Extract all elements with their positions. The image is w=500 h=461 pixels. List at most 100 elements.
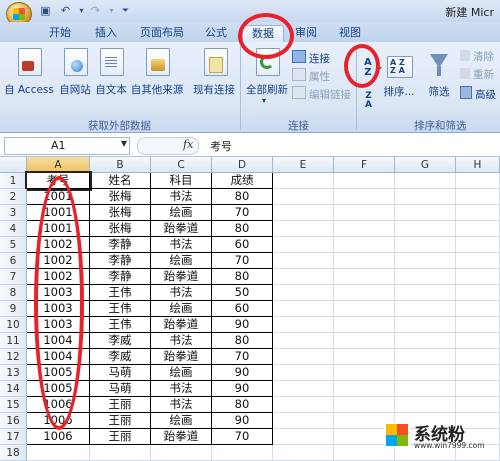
empty-cell[interactable]	[273, 253, 334, 269]
empty-cell[interactable]	[456, 333, 500, 349]
table-cell[interactable]: 跆拳道	[151, 221, 212, 237]
row-header[interactable]: 5	[0, 237, 27, 253]
table-cell[interactable]: 张梅	[90, 189, 151, 205]
empty-cell[interactable]	[27, 445, 90, 461]
empty-cell[interactable]	[334, 237, 395, 253]
empty-cell[interactable]	[456, 221, 500, 237]
table-cell[interactable]: 王丽	[90, 413, 151, 429]
row-header[interactable]: 3	[0, 205, 27, 221]
column-header-h[interactable]: H	[456, 157, 500, 173]
empty-cell[interactable]	[456, 301, 500, 317]
row-header[interactable]: 8	[0, 285, 27, 301]
empty-cell[interactable]	[395, 365, 456, 381]
empty-cell[interactable]	[334, 381, 395, 397]
row-header[interactable]: 12	[0, 349, 27, 365]
table-cell[interactable]: 80	[212, 189, 273, 205]
empty-cell[interactable]	[273, 317, 334, 333]
table-cell[interactable]: 50	[212, 285, 273, 301]
empty-cell[interactable]	[334, 221, 395, 237]
row-header[interactable]: 17	[0, 429, 27, 445]
header-cell[interactable]: 科目	[151, 173, 212, 189]
column-header-g[interactable]: G	[395, 157, 456, 173]
customize-toolbar-icon[interactable]: ⏷	[118, 4, 133, 18]
column-header-e[interactable]: E	[273, 157, 334, 173]
row-header[interactable]: 1	[0, 173, 27, 189]
empty-cell[interactable]	[456, 365, 500, 381]
table-cell[interactable]: 绘画	[151, 365, 212, 381]
table-cell[interactable]: 书法	[151, 285, 212, 301]
table-cell[interactable]: 书法	[151, 333, 212, 349]
table-cell[interactable]: 80	[212, 397, 273, 413]
row-header[interactable]: 2	[0, 189, 27, 205]
empty-cell[interactable]	[456, 189, 500, 205]
empty-cell[interactable]	[334, 365, 395, 381]
empty-cell[interactable]	[273, 173, 334, 189]
row-header[interactable]: 11	[0, 333, 27, 349]
empty-cell[interactable]	[273, 301, 334, 317]
table-cell[interactable]: 绘画	[151, 413, 212, 429]
empty-cell[interactable]	[273, 397, 334, 413]
header-cell[interactable]: 姓名	[90, 173, 151, 189]
table-cell[interactable]: 书法	[151, 381, 212, 397]
empty-cell[interactable]	[334, 333, 395, 349]
column-header-d[interactable]: D	[212, 157, 273, 173]
empty-cell[interactable]	[456, 253, 500, 269]
clear-button[interactable]: 清除	[460, 50, 494, 64]
from-web-button[interactable]: 自网站	[58, 46, 92, 96]
empty-cell[interactable]	[334, 253, 395, 269]
table-cell[interactable]: 王伟	[90, 285, 151, 301]
table-cell[interactable]: 李静	[90, 237, 151, 253]
empty-cell[interactable]	[273, 349, 334, 365]
empty-cell[interactable]	[395, 381, 456, 397]
empty-cell[interactable]	[334, 269, 395, 285]
connections-button[interactable]: 连接	[292, 50, 330, 65]
table-cell[interactable]: 90	[212, 381, 273, 397]
properties-button[interactable]: 属性	[292, 68, 330, 83]
header-cell[interactable]: 成绩	[212, 173, 273, 189]
row-header[interactable]: 4	[0, 221, 27, 237]
empty-cell[interactable]	[456, 285, 500, 301]
edit-links-button[interactable]: 编辑链接	[292, 86, 351, 101]
row-header[interactable]: 13	[0, 365, 27, 381]
table-cell[interactable]: 李威	[90, 349, 151, 365]
empty-cell[interactable]	[334, 205, 395, 221]
tab-page-layout[interactable]: 页面布局	[134, 25, 190, 42]
empty-cell[interactable]	[395, 285, 456, 301]
empty-cell[interactable]	[273, 269, 334, 285]
empty-cell[interactable]	[456, 269, 500, 285]
empty-cell[interactable]	[334, 397, 395, 413]
empty-cell[interactable]	[395, 269, 456, 285]
table-cell[interactable]: 书法	[151, 237, 212, 253]
table-cell[interactable]: 80	[212, 333, 273, 349]
existing-connections-button[interactable]: 现有连接	[190, 46, 238, 96]
table-cell[interactable]: 60	[212, 301, 273, 317]
empty-cell[interactable]	[395, 173, 456, 189]
table-cell[interactable]: 绘画	[151, 205, 212, 221]
row-header[interactable]: 9	[0, 301, 27, 317]
empty-cell[interactable]	[273, 381, 334, 397]
table-cell[interactable]: 张梅	[90, 205, 151, 221]
formula-input[interactable]: 考号	[210, 138, 232, 154]
empty-cell[interactable]	[212, 445, 273, 461]
column-header-a[interactable]: A	[27, 157, 90, 173]
column-header-b[interactable]: B	[90, 157, 151, 173]
empty-cell[interactable]	[395, 237, 456, 253]
table-cell[interactable]: 王丽	[90, 397, 151, 413]
table-cell[interactable]: 李静	[90, 253, 151, 269]
row-header[interactable]: 6	[0, 253, 27, 269]
table-cell[interactable]: 书法	[151, 397, 212, 413]
empty-cell[interactable]	[456, 349, 500, 365]
row-header[interactable]: 15	[0, 397, 27, 413]
empty-cell[interactable]	[456, 205, 500, 221]
tab-view[interactable]: 视图	[334, 25, 366, 42]
table-cell[interactable]: 1006	[27, 429, 90, 445]
table-cell[interactable]: 王伟	[90, 301, 151, 317]
table-cell[interactable]: 70	[212, 349, 273, 365]
undo-icon[interactable]: ↶	[58, 4, 73, 18]
row-header[interactable]: 7	[0, 269, 27, 285]
table-cell[interactable]: 70	[212, 429, 273, 445]
empty-cell[interactable]	[334, 173, 395, 189]
empty-cell[interactable]	[456, 381, 500, 397]
empty-cell[interactable]	[273, 205, 334, 221]
empty-cell[interactable]	[456, 317, 500, 333]
